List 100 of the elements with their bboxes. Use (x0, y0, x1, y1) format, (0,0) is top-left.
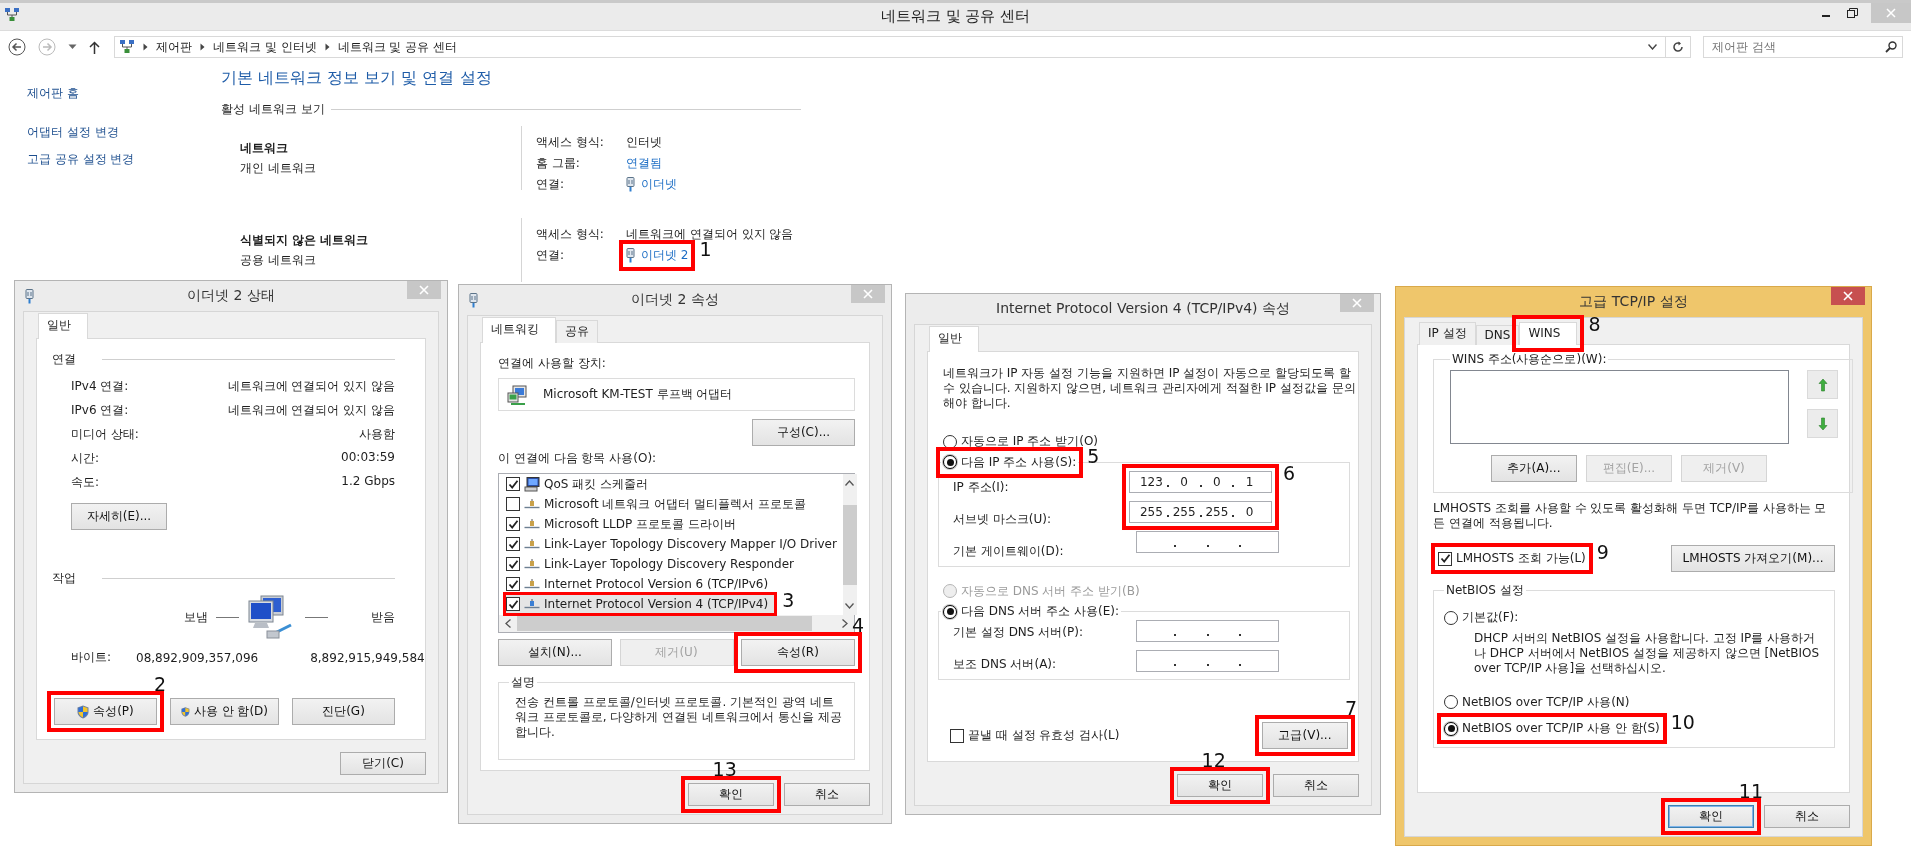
configure-button[interactable]: 구성(C)... (752, 419, 855, 446)
list-item[interactable]: Microsoft 네트워크 어댑터 멀티플렉서 프로토콜 (506, 495, 812, 513)
ip-address-field[interactable]: 123 0 0 1 (1129, 470, 1272, 493)
step-number: 7 (1344, 699, 1357, 718)
list-item[interactable]: Microsoft LLDP 프로토콜 드라이버 (506, 515, 742, 533)
homegroup-link[interactable]: 연결됨 (626, 155, 662, 172)
ip-octet: 255 (1205, 504, 1229, 519)
advanced-button[interactable]: 고급(V)... (1262, 722, 1348, 749)
bytes-label: 바이트: (71, 649, 113, 666)
checkbox[interactable] (506, 477, 520, 491)
ip-address-field[interactable] (1136, 620, 1279, 642)
dialog-button[interactable]: 취소 (784, 783, 870, 806)
horizontal-scrollbar[interactable] (499, 615, 854, 632)
list-action-button[interactable]: 설치(N)... (498, 639, 612, 666)
up-arrow-icon[interactable] (89, 40, 100, 54)
sidebar-link[interactable]: 어댑터 설정 변경 (27, 124, 221, 141)
list-item[interactable]: Link-Layer Topology Discovery Mapper I/O Driver (506, 535, 843, 553)
chevron-down-icon[interactable] (1648, 44, 1657, 50)
details-button[interactable]: 자세히(E)... (71, 503, 167, 530)
tab[interactable]: IP 설정 (1419, 322, 1476, 345)
ip-address-field[interactable]: 255 255 255 0 (1129, 500, 1272, 523)
breadcrumb-item[interactable]: 네트워크 및 공유 센터 (337, 38, 458, 56)
radio-button[interactable] (943, 455, 957, 469)
radio-button[interactable] (1444, 610, 1458, 625)
dialog-button[interactable]: 취소 (1764, 805, 1850, 828)
vertical-scrollbar[interactable] (842, 474, 857, 615)
import-button[interactable]: LMHOSTS 가져오기(M)... (1671, 545, 1835, 572)
breadcrumb-item[interactable]: 네트워크 및 인터넷 (213, 38, 317, 56)
field-label: 연결에 사용할 장치: (498, 355, 607, 372)
checkbox[interactable] (950, 728, 964, 743)
list-item[interactable]: QoS 패킷 스케줄러 (506, 475, 655, 493)
sidebar-link[interactable]: 고급 공유 설정 변경 (27, 151, 221, 168)
field-label: 보조 DNS 서버(A): (953, 656, 1058, 673)
status-value: 네트워크에 연결되어 있지 않음 (226, 378, 395, 395)
property-label: 액세스 형식: (536, 226, 605, 243)
protocol-icon (524, 579, 540, 589)
list-item[interactable]: Internet Protocol Version 6 (TCP/IPv6) (506, 575, 775, 593)
checkbox[interactable] (506, 557, 520, 571)
radio-label[interactable]: 다음 IP 주소 사용(S): (961, 453, 1077, 471)
radio-label[interactable]: NetBIOS over TCP/IP 사용 안 함(S) (1462, 720, 1660, 737)
ip-address-field[interactable] (1136, 530, 1279, 553)
ip-octet: 0 (1213, 474, 1221, 489)
radio-button[interactable] (1444, 695, 1458, 709)
tab[interactable]: 일반 (929, 326, 979, 352)
protocol-icon (524, 539, 540, 549)
dialog-button[interactable]: 확인 (688, 783, 774, 806)
close-button[interactable] (1831, 287, 1865, 305)
device-name: Microsoft KM-TEST 루프백 어댑터 (543, 386, 733, 403)
checkbox[interactable] (506, 537, 520, 551)
radio-button[interactable] (943, 434, 957, 449)
shield-icon (181, 704, 190, 719)
radio-button[interactable] (943, 604, 957, 619)
dropdown-icon[interactable] (68, 44, 77, 50)
close-icon (863, 289, 873, 299)
section-heading: 활성 네트워크 보기 (221, 101, 325, 118)
search-field[interactable]: 제어판 검색 (1703, 36, 1903, 58)
sidebar-link[interactable]: 제어판 홈 (27, 85, 221, 102)
radio-button[interactable] (1444, 721, 1458, 736)
checkbox[interactable] (506, 497, 520, 511)
list-item[interactable]: Link-Layer Topology Discovery Responder (506, 555, 800, 573)
tab[interactable]: WINS (1519, 322, 1578, 345)
radio-label[interactable]: 기본값(F): (1462, 609, 1519, 626)
list-item[interactable]: Internet Protocol Version 4 (TCP/IPv4) (506, 595, 775, 613)
radio-label[interactable]: NetBIOS over TCP/IP 사용(N) (1462, 693, 1630, 711)
status-label: 미디어 상태: (71, 426, 139, 443)
radio-label[interactable]: 다음 DNS 서버 주소 사용(E): (961, 603, 1120, 620)
address-bar[interactable]: 제어판 네트워크 및 인터넷 네트워크 및 공유 센터 (114, 36, 1691, 58)
checkmark-icon (507, 538, 519, 550)
action-button[interactable]: 속성(P) (54, 698, 157, 725)
tab[interactable]: 네트워킹 (482, 317, 556, 343)
breadcrumb-item[interactable]: 제어판 (156, 38, 192, 56)
back-button[interactable] (8, 38, 26, 56)
dialog-button[interactable]: 취소 (1273, 774, 1359, 797)
checkbox[interactable] (506, 597, 520, 611)
move-down-button[interactable] (1807, 409, 1838, 438)
checkbox[interactable] (1438, 551, 1452, 566)
property-label: 홈 그룹: (536, 155, 581, 172)
move-up-button[interactable] (1807, 370, 1838, 399)
network-icon (119, 39, 135, 55)
checkbox[interactable] (506, 517, 520, 531)
wins-button[interactable]: 추가(A)... (1491, 455, 1577, 482)
bytes-received: 8,892,915,949,584 (310, 650, 425, 665)
checkbox[interactable] (506, 577, 520, 591)
dialog-button[interactable]: 확인 (1177, 774, 1263, 797)
connection-link[interactable]: 이더넷 (641, 176, 677, 193)
dialog-button[interactable]: 확인 (1668, 805, 1754, 828)
tab[interactable]: 일반 (38, 313, 88, 339)
action-button[interactable]: 진단(G) (292, 698, 395, 725)
tab[interactable]: 공유 (556, 320, 598, 343)
scroll-down-icon (845, 603, 855, 609)
ip-address-field[interactable] (1136, 650, 1279, 672)
connection-link[interactable]: 이더넷 2 (641, 247, 689, 264)
list-action-button[interactable]: 속성(R) (741, 639, 855, 666)
sent-label: 보냄 (184, 608, 208, 626)
action-button[interactable]: 사용 안 함(D) (170, 698, 279, 725)
status-value: 1.2 Gbps (340, 474, 395, 490)
status-label: IPv4 연결: (71, 378, 130, 395)
address-list[interactable] (1450, 370, 1789, 444)
close-dialog-button[interactable]: 닫기(C) (340, 752, 426, 775)
chevron-icon (143, 43, 148, 51)
